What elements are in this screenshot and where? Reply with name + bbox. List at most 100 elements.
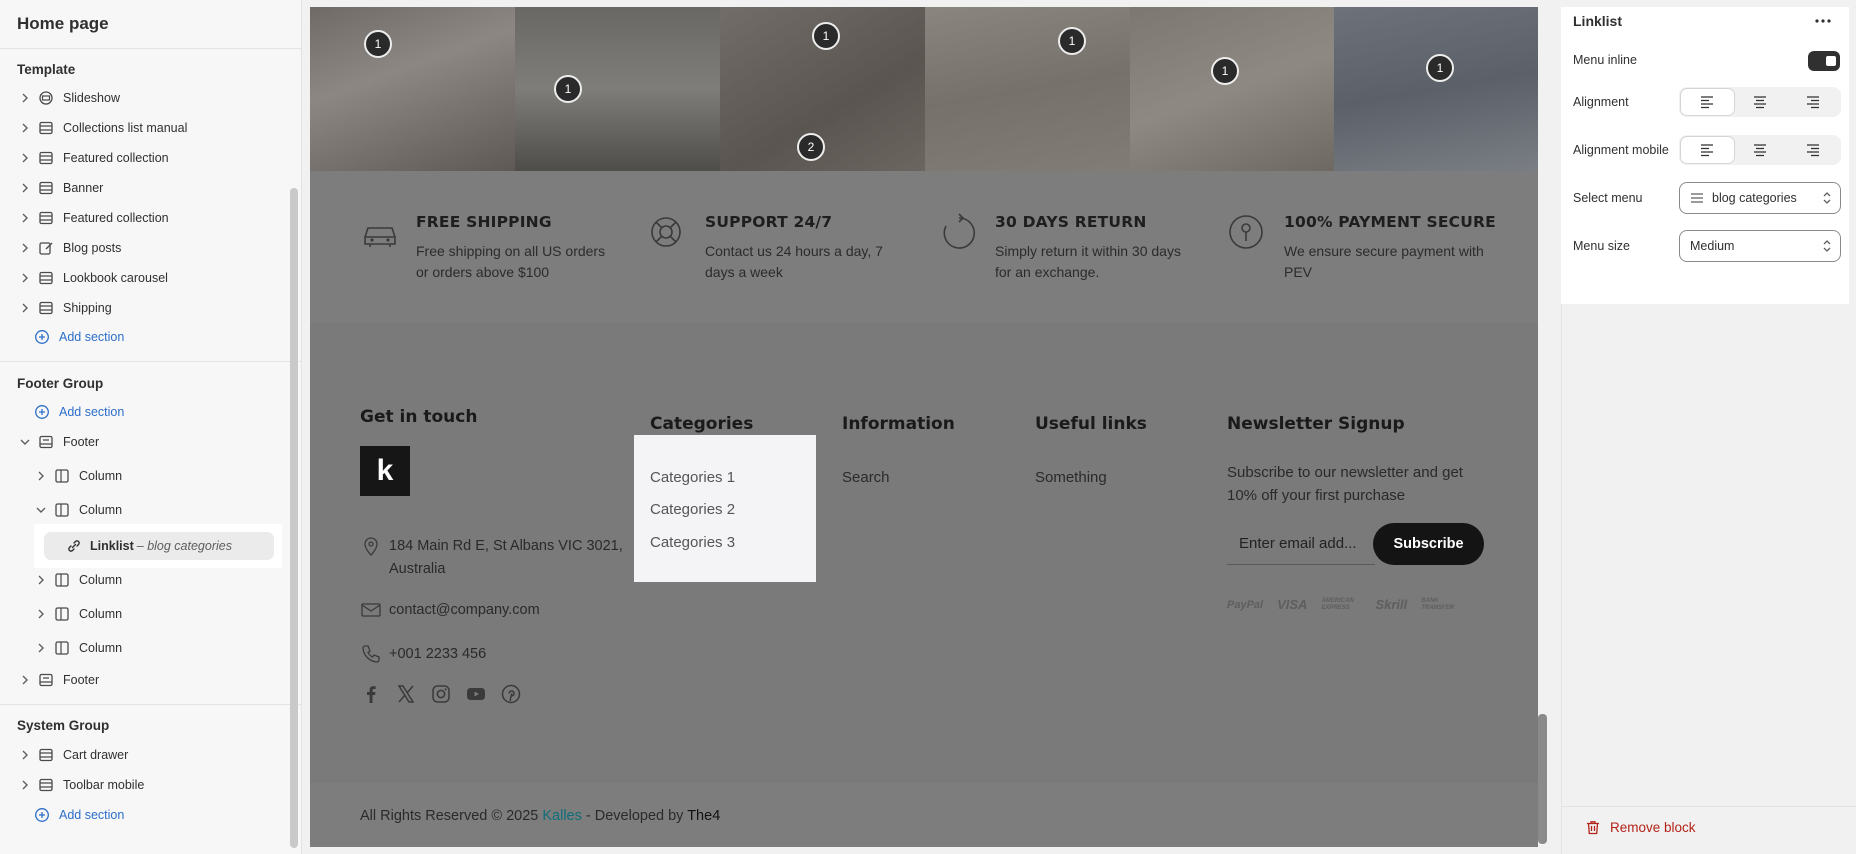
block-linklist-selected[interactable]: Linklist – blog categories <box>44 532 274 560</box>
pinterest-icon[interactable] <box>500 683 522 705</box>
newsletter-email-input[interactable]: Enter email add... <box>1227 523 1375 565</box>
chevron-right-icon[interactable] <box>18 271 32 285</box>
something-link[interactable]: Something <box>1035 469 1107 486</box>
chevron-right-icon[interactable] <box>18 778 32 792</box>
menu-inline-toggle[interactable] <box>1808 51 1840 71</box>
add-section-system-button[interactable]: Add section <box>34 803 124 827</box>
search-link[interactable]: Search <box>842 469 890 486</box>
section-lookbook-carousel[interactable]: Lookbook carousel <box>18 266 168 290</box>
chevron-right-icon[interactable] <box>34 607 48 621</box>
add-section-template-button[interactable]: Add section <box>34 325 124 349</box>
categories-link[interactable]: Categories 2 <box>650 501 735 518</box>
lookbook-image[interactable] <box>1130 7 1334 171</box>
section-label: Featured collection <box>63 151 169 165</box>
remove-block-button[interactable]: Remove block <box>1586 820 1696 835</box>
block-column-3[interactable]: Column <box>34 568 122 592</box>
system-group-title: System Group <box>17 718 110 733</box>
chevron-right-icon[interactable] <box>18 181 32 195</box>
chevron-right-icon[interactable] <box>34 641 48 655</box>
chevron-right-icon[interactable] <box>18 91 32 105</box>
chevron-right-icon[interactable] <box>18 301 32 315</box>
align-right-option[interactable] <box>1786 89 1839 115</box>
lifebuoy-icon <box>651 217 681 247</box>
lookbook-image[interactable] <box>515 7 720 171</box>
chevron-down-icon[interactable] <box>18 435 32 449</box>
shipping-features: FREE SHIPPING Free shipping on all US or… <box>310 171 1538 323</box>
car-icon <box>364 227 396 247</box>
section-blog-posts[interactable]: Blog posts <box>18 236 121 260</box>
brand-link[interactable]: Kalles <box>542 808 582 824</box>
developer-link[interactable]: The4 <box>687 808 720 824</box>
store-logo[interactable]: k <box>360 446 410 496</box>
hotspot-marker[interactable]: 1 <box>1426 54 1454 82</box>
contact-phone[interactable]: +001 2233 456 <box>360 643 486 666</box>
menu-size-select[interactable]: Medium <box>1679 230 1841 262</box>
chevron-right-icon[interactable] <box>18 241 32 255</box>
block-column-1[interactable]: Column <box>34 464 122 488</box>
youtube-icon[interactable] <box>465 683 487 705</box>
hotspot-marker[interactable]: 1 <box>364 30 392 58</box>
section-featured-collection-2[interactable]: Featured collection <box>18 206 169 230</box>
section-shipping[interactable]: Shipping <box>18 296 112 320</box>
trash-icon <box>1587 821 1599 835</box>
more-options-icon[interactable] <box>1811 13 1835 29</box>
section-footer-2[interactable]: Footer <box>18 668 99 692</box>
block-column-2[interactable]: Column <box>34 498 122 522</box>
align-center-option[interactable] <box>1734 89 1787 115</box>
section-icon <box>38 150 54 166</box>
chevron-right-icon[interactable] <box>18 748 32 762</box>
align-right-option[interactable] <box>1786 137 1839 163</box>
block-column-4[interactable]: Column <box>34 602 122 626</box>
section-slideshow[interactable]: Slideshow <box>18 86 120 110</box>
contact-email[interactable]: contact@company.com <box>360 599 540 622</box>
chevron-right-icon[interactable] <box>18 211 32 225</box>
chevron-right-icon[interactable] <box>18 151 32 165</box>
lookbook-image[interactable] <box>1334 7 1538 171</box>
subscribe-button[interactable]: Subscribe <box>1373 523 1484 565</box>
section-featured-collection[interactable]: Featured collection <box>18 146 169 170</box>
feature-desc: Simply return it within 30 days for an e… <box>995 243 1181 280</box>
instagram-icon[interactable] <box>430 683 452 705</box>
sidebar-scrollbar[interactable] <box>290 188 298 848</box>
menu-size-value: Medium <box>1690 239 1735 253</box>
add-section-footer-button[interactable]: Add section <box>34 400 124 424</box>
page-title[interactable]: Home page <box>17 14 109 34</box>
add-section-label: Add section <box>59 330 125 344</box>
lookbook-image[interactable] <box>925 7 1130 171</box>
section-banner[interactable]: Banner <box>18 176 103 200</box>
align-left-option[interactable] <box>1681 89 1734 115</box>
column-icon <box>54 502 70 518</box>
categories-link[interactable]: Categories 3 <box>650 534 735 551</box>
editor-sidebar: Home page Template Slideshow Collections… <box>0 0 302 854</box>
chevron-down-icon[interactable] <box>34 503 48 517</box>
email-text: contact@company.com <box>389 602 540 618</box>
section-collections-list[interactable]: Collections list manual <box>18 116 187 140</box>
align-center-icon <box>1754 96 1766 109</box>
section-cart-drawer[interactable]: Cart drawer <box>18 743 128 767</box>
block-column-5[interactable]: Column <box>34 636 122 660</box>
align-center-option[interactable] <box>1734 137 1787 163</box>
hotspot-marker[interactable]: 2 <box>797 133 825 161</box>
preview-scrollbar[interactable] <box>1538 714 1547 844</box>
chevron-right-icon[interactable] <box>18 121 32 135</box>
hotspot-marker[interactable]: 1 <box>554 75 582 103</box>
x-twitter-icon[interactable] <box>395 683 417 705</box>
block-label: Column <box>79 469 123 483</box>
amex-icon: AMERICAN EXPRESS <box>1321 597 1354 611</box>
section-icon <box>38 210 54 226</box>
hotspot-marker[interactable]: 1 <box>1211 57 1239 85</box>
facebook-icon[interactable] <box>360 683 382 705</box>
section-footer[interactable]: Footer <box>18 430 99 454</box>
column-icon <box>54 640 70 656</box>
hotspot-marker[interactable]: 1 <box>812 22 840 50</box>
chevron-right-icon[interactable] <box>34 573 48 587</box>
section-toolbar-mobile[interactable]: Toolbar mobile <box>18 773 144 797</box>
select-menu-picker[interactable]: blog categories <box>1679 182 1841 214</box>
copyright-middle: - Developed by <box>585 808 684 824</box>
lookbook-image[interactable] <box>310 7 515 171</box>
chevron-right-icon[interactable] <box>18 673 32 687</box>
align-left-option[interactable] <box>1681 137 1734 163</box>
hotspot-marker[interactable]: 1 <box>1058 27 1086 55</box>
chevron-right-icon[interactable] <box>34 469 48 483</box>
categories-link[interactable]: Categories 1 <box>650 469 735 486</box>
